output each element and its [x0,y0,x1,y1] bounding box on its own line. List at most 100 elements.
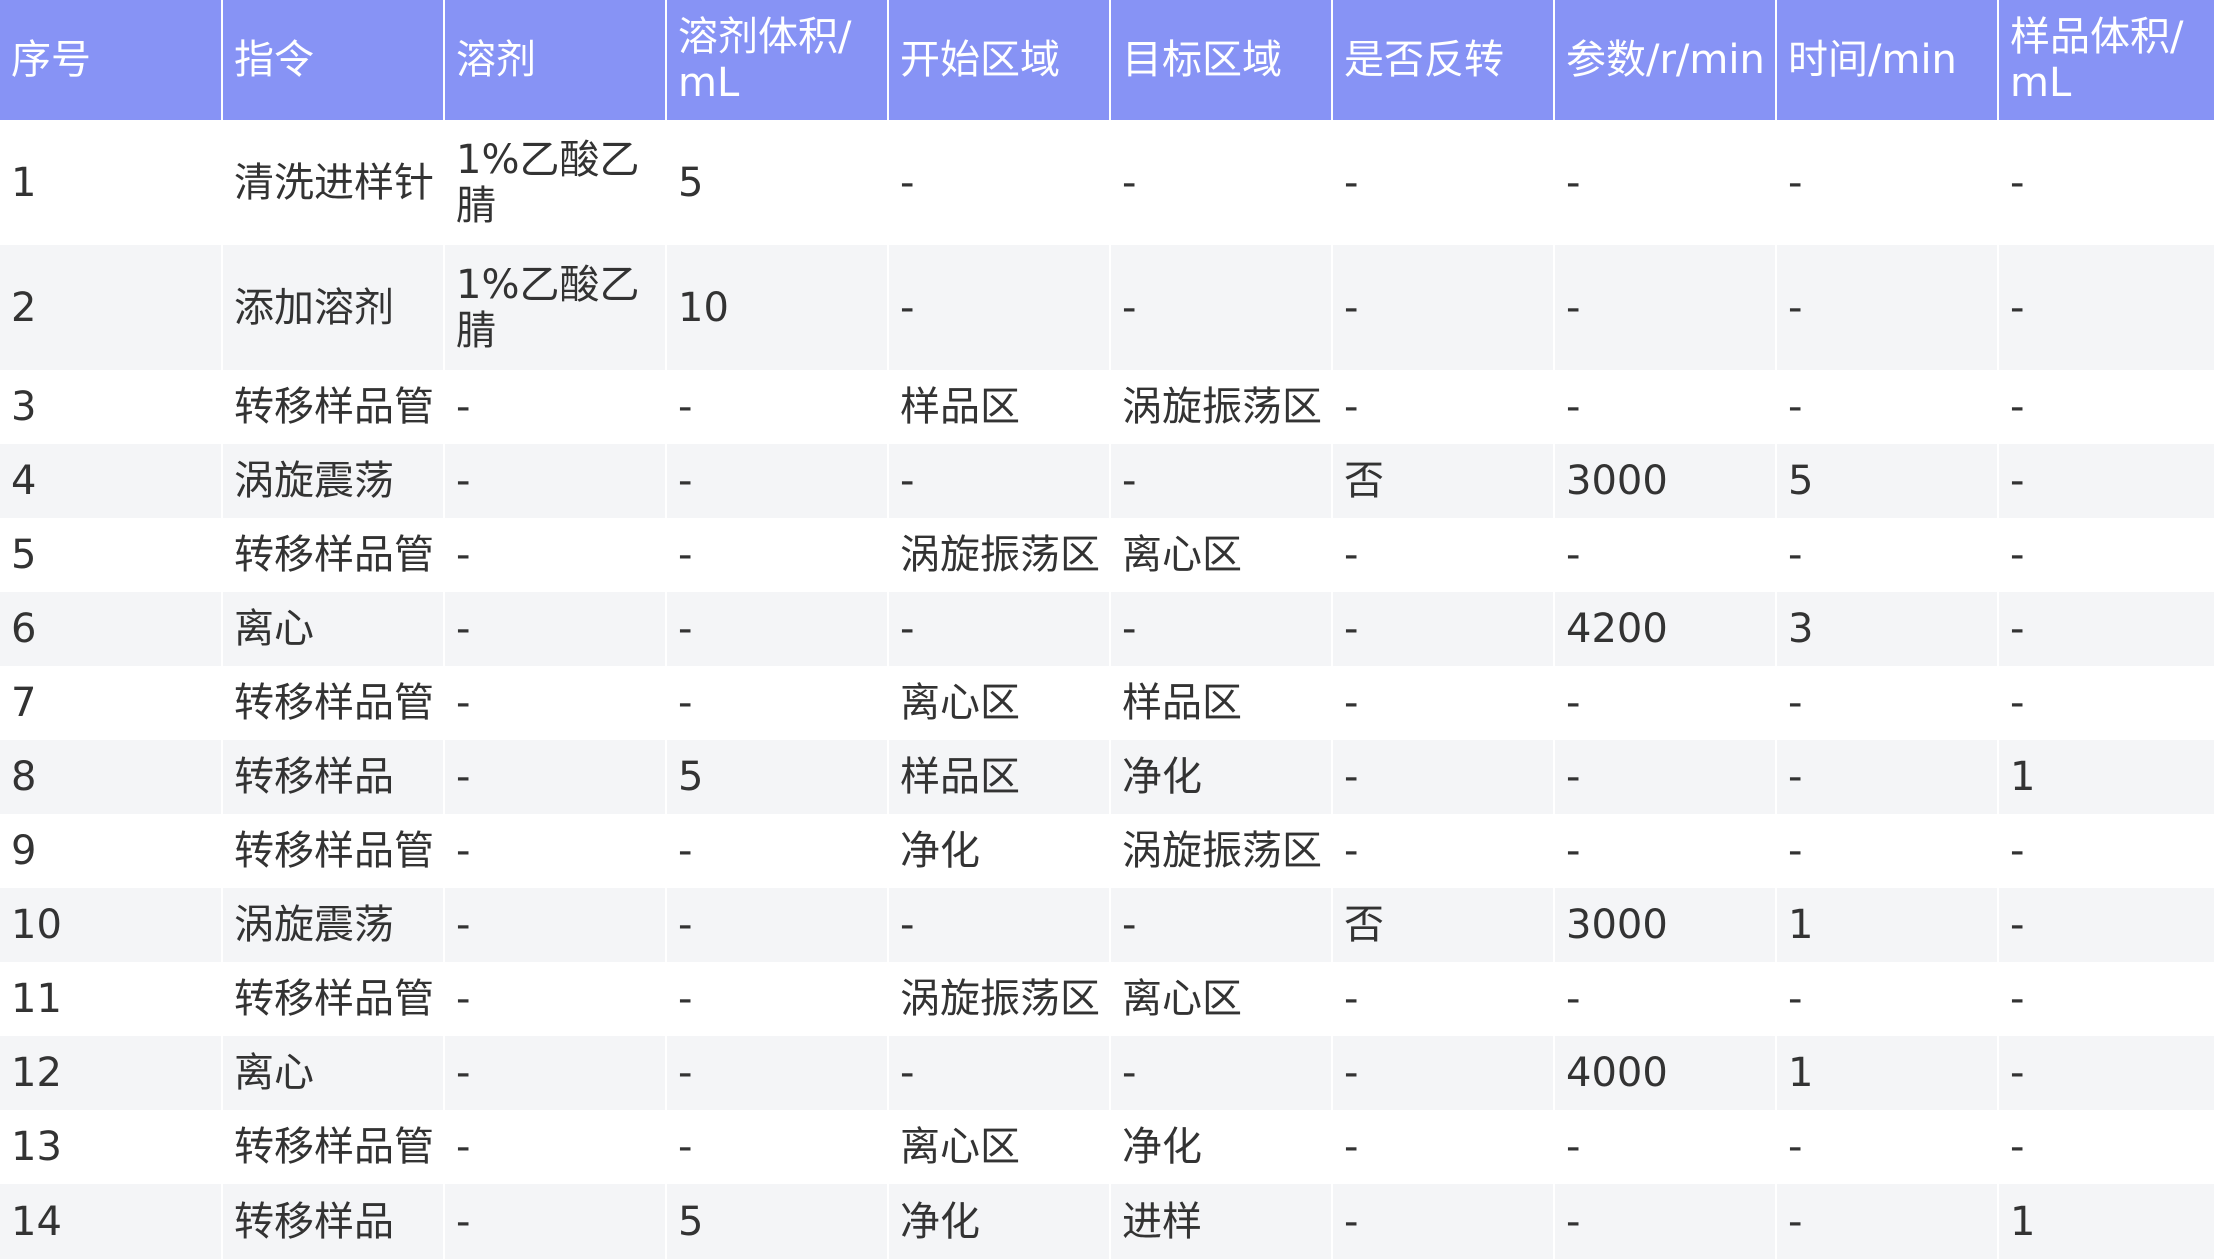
table-row: 9 转移样品管 - - 净化 涡旋振荡区 - - - - [0,814,2214,888]
cell-reverse: - [1331,1110,1554,1184]
cell-index: 6 [0,592,222,666]
cell-solvent-volume: - [665,666,888,740]
table-row: 10 涡旋震荡 - - - - 否 3000 1- [0,888,2214,962]
cell-command: 转移样品 [221,740,444,814]
cell-start-area: - [887,120,1110,245]
cell-target-area: 涡旋振荡区 [1109,814,1332,888]
table-row: 14 转移样品 -5 净化 进样 - - -1 [0,1184,2214,1259]
cell-speed: - [1553,666,1776,740]
cell-speed: 3000 [1553,888,1776,962]
table-row: 2 添加溶剂 1%乙酸乙 腈 10- - - - - - [0,245,2214,370]
cell-start-area: 涡旋振荡区 [887,518,1110,592]
table-row: 6 离心 - - - - -4200 3- [0,592,2214,666]
cell-target-area: - [1109,1036,1332,1110]
header-cell-speed: 参数/r/min [1553,0,1776,120]
header-cell-command: 指令 [221,0,444,120]
cell-time: - [1775,962,1998,1036]
cell-solvent-volume: - [665,814,888,888]
cell-solvent-volume: - [665,888,888,962]
cell-index: 14 [0,1184,222,1259]
cell-solvent: - [443,444,666,518]
cell-target-area: 离心区 [1109,518,1332,592]
cell-command: 转移样品管 [221,518,444,592]
cell-sample-volume: 1 [1997,1184,2214,1259]
header-cell-index: 序号 [0,0,222,120]
table-row: 12 离心 - - - - -4000 1- [0,1036,2214,1110]
cell-time: - [1775,120,1998,245]
cell-time: - [1775,245,1998,370]
cell-target-area: 样品区 [1109,666,1332,740]
cell-solvent: - [443,370,666,444]
cell-index: 12 [0,1036,222,1110]
cell-solvent-volume: 5 [665,120,888,245]
cell-solvent-volume: - [665,518,888,592]
cell-command: 转移样品管 [221,814,444,888]
header-row: 序号 指令 溶剂 溶剂体积/ mL 开始区域 目标区域 是否反转 参数/r/mi… [0,0,2214,120]
cell-target-area: - [1109,444,1332,518]
cell-sample-volume: - [1997,814,2214,888]
cell-target-area: 净化 [1109,1110,1332,1184]
cell-sample-volume: - [1997,592,2214,666]
cell-index: 7 [0,666,222,740]
cell-time: - [1775,1184,1998,1259]
cell-command: 转移样品管 [221,666,444,740]
cell-time: 1 [1775,888,1998,962]
cell-reverse: - [1331,592,1554,666]
header-cell-sample-volume: 样品体积/ mL [1997,0,2214,120]
cell-index: 3 [0,370,222,444]
cell-command: 转移样品 [221,1184,444,1259]
cell-index: 11 [0,962,222,1036]
cell-speed: - [1553,120,1776,245]
cell-start-area: 涡旋振荡区 [887,962,1110,1036]
cell-time: 1 [1775,1036,1998,1110]
cell-target-area: 进样 [1109,1184,1332,1259]
cell-solvent-volume: - [665,370,888,444]
cell-index: 9 [0,814,222,888]
cell-sample-volume: - [1997,666,2214,740]
cell-time: - [1775,518,1998,592]
cell-sample-volume: - [1997,444,2214,518]
cell-target-area: 涡旋振荡区 [1109,370,1332,444]
table-row: 7 转移样品管 - - 离心区 样品区 - - - - [0,666,2214,740]
cell-command: 添加溶剂 [221,245,444,370]
cell-start-area: - [887,245,1110,370]
cell-solvent: - [443,666,666,740]
cell-command: 转移样品管 [221,962,444,1036]
cell-reverse: - [1331,1036,1554,1110]
cell-start-area: 离心区 [887,666,1110,740]
cell-reverse: - [1331,740,1554,814]
cell-reverse: - [1331,962,1554,1036]
cell-reverse: 否 [1331,444,1554,518]
cell-solvent: - [443,1036,666,1110]
cell-start-area: - [887,444,1110,518]
cell-speed: - [1553,962,1776,1036]
cell-target-area: - [1109,888,1332,962]
cell-speed: - [1553,1110,1776,1184]
cell-reverse: - [1331,518,1554,592]
header-cell-solvent-volume: 溶剂体积/ mL [665,0,888,120]
protocol-table: 序号 指令 溶剂 溶剂体积/ mL 开始区域 目标区域 是否反转 参数/r/mi… [0,0,2214,1259]
cell-speed: - [1553,518,1776,592]
cell-sample-volume: - [1997,245,2214,370]
cell-start-area: 样品区 [887,740,1110,814]
cell-speed: - [1553,1184,1776,1259]
cell-speed: - [1553,814,1776,888]
cell-sample-volume: - [1997,1036,2214,1110]
cell-solvent-volume: - [665,1110,888,1184]
cell-sample-volume: - [1997,518,2214,592]
cell-command: 离心 [221,592,444,666]
cell-command: 涡旋震荡 [221,888,444,962]
table-row: 13 转移样品管 - - 离心区 净化 - - - - [0,1110,2214,1184]
cell-index: 10 [0,888,222,962]
cell-sample-volume: - [1997,888,2214,962]
cell-solvent: - [443,1184,666,1259]
cell-reverse: - [1331,666,1554,740]
cell-command: 清洗进样针 [221,120,444,245]
cell-target-area: 净化 [1109,740,1332,814]
cell-solvent: 1%乙酸乙 腈 [443,120,666,245]
table-row: 11 转移样品管 - - 涡旋振荡区 离心区 - - - - [0,962,2214,1036]
cell-speed: 4000 [1553,1036,1776,1110]
cell-solvent: - [443,592,666,666]
cell-sample-volume: 1 [1997,740,2214,814]
cell-time: - [1775,370,1998,444]
